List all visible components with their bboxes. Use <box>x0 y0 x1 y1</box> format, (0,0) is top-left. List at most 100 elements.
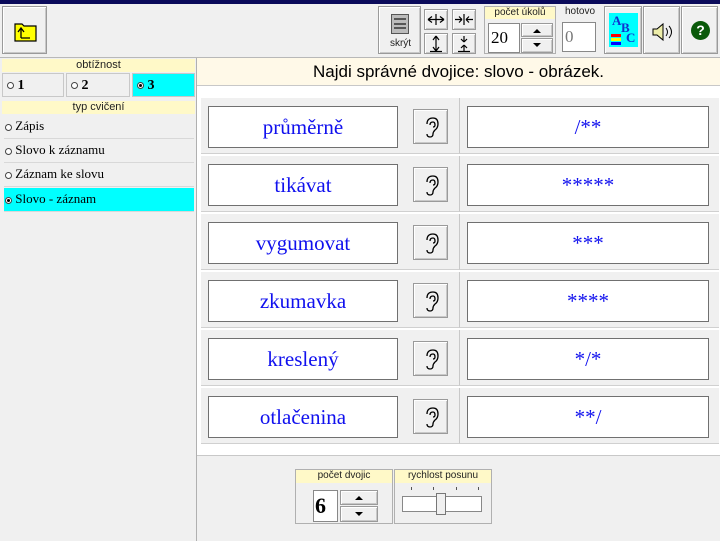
arrows-inward-vertical-icon <box>458 36 470 53</box>
play-word-button[interactable] <box>413 109 448 144</box>
answer-card[interactable]: *** <box>467 222 709 264</box>
scroll-speed-thumb[interactable] <box>436 493 446 515</box>
play-word-button[interactable] <box>413 225 448 260</box>
answer-row: **/ <box>459 388 719 444</box>
difficulty-option-2[interactable]: 2 <box>66 73 130 97</box>
arrow-up-icon <box>355 496 363 500</box>
exercise-type-slovo-zaznam-radio[interactable] <box>5 196 12 204</box>
exercise-type-slovo-k-zaznamu-radio[interactable] <box>5 147 12 155</box>
ear-icon <box>426 233 439 254</box>
pairs-count-group: počet dvojic 6 <box>295 469 393 524</box>
exercise-type-label: typ cvičení <box>2 101 195 114</box>
difficulty-option-1[interactable]: 1 <box>2 73 64 97</box>
scroll-speed-ticks <box>411 487 479 491</box>
answer-row: ***** <box>459 156 719 212</box>
word-card[interactable]: průměrně <box>208 106 398 148</box>
narrow-button[interactable] <box>452 9 476 30</box>
pairs-count-label: počet dvojic <box>296 470 392 483</box>
task-count-input[interactable]: 20 <box>488 23 520 53</box>
answer-card[interactable]: **** <box>467 280 709 322</box>
difficulty-1-radio[interactable] <box>7 82 14 90</box>
answer-row: */* <box>459 330 719 386</box>
scroll-speed-group: rychlost posunu <box>394 469 492 524</box>
difficulty-1-label: 1 <box>17 78 25 93</box>
task-count-down-button[interactable] <box>521 38 553 53</box>
pairs-count-up-button[interactable] <box>340 490 378 505</box>
word-row: otlačenina <box>201 388 459 444</box>
exercise-type-slovo-k-zaznamu[interactable]: Slovo k záznamu <box>4 139 194 163</box>
exercise-type-zaznam-ke-slovu-radio[interactable] <box>5 171 12 179</box>
difficulty-2-radio[interactable] <box>71 82 78 90</box>
play-word-button[interactable] <box>413 167 448 202</box>
exercise-type-slovo-k-zaznamu-label: Slovo k záznamu <box>15 142 105 157</box>
word-card[interactable]: kreslený <box>208 338 398 380</box>
shorten-button[interactable] <box>452 33 476 54</box>
exercise-area: Najdi správné dvojice: slovo - obrázek. … <box>197 58 720 541</box>
help-icon: ? <box>691 21 710 40</box>
sidebar: obtížnost 1 2 3 typ cvičení Zápis Slovo … <box>0 58 197 541</box>
exercise-type-zaznam-ke-slovu[interactable]: Záznam ke slovu <box>4 163 194 187</box>
heighten-button[interactable] <box>424 33 448 54</box>
word-row: kreslený <box>201 330 459 386</box>
arrows-outward-vertical-icon <box>430 35 442 53</box>
done-label: hotovo <box>564 6 596 17</box>
word-row: zkumavka <box>201 272 459 328</box>
word-card[interactable]: vygumovat <box>208 222 398 264</box>
word-row: průměrně <box>201 98 459 154</box>
pairs-count-input[interactable]: 6 <box>313 490 338 522</box>
answer-card[interactable]: /** <box>467 106 709 148</box>
speaker-icon <box>652 22 672 42</box>
word-card[interactable]: tikávat <box>208 164 398 206</box>
difficulty-option-3[interactable]: 3 <box>132 73 195 97</box>
exercise-type-slovo-zaznam-label: Slovo - záznam <box>15 191 97 206</box>
abc-icon-letter-c: C <box>626 30 636 45</box>
answer-row: *** <box>459 214 719 270</box>
ear-icon <box>426 291 439 312</box>
spellcheck-button[interactable]: A B C <box>604 6 642 54</box>
done-group: hotovo 0 <box>560 6 600 54</box>
word-card[interactable]: zkumavka <box>208 280 398 322</box>
exercise-type-zaznam-ke-slovu-label: Záznam ke slovu <box>15 166 105 181</box>
difficulty-3-label: 3 <box>147 78 155 93</box>
folder-up-icon <box>14 23 37 42</box>
difficulty-label: obtížnost <box>2 59 195 72</box>
widen-button[interactable] <box>424 9 448 30</box>
play-word-button[interactable] <box>413 399 448 434</box>
task-count-up-button[interactable] <box>521 23 553 37</box>
difficulty-2-label: 2 <box>81 78 89 93</box>
play-word-button[interactable] <box>413 341 448 376</box>
word-card[interactable]: otlačenina <box>208 396 398 438</box>
pairs-count-down-button[interactable] <box>340 506 378 522</box>
toolbar: skrýt počet úkolů 20 hotovo 0 A B C ? <box>0 4 720 58</box>
ear-icon <box>426 117 439 138</box>
ear-icon <box>426 175 439 196</box>
answer-row: **** <box>459 272 719 328</box>
answer-card[interactable]: **/ <box>467 396 709 438</box>
exercise-type-slovo-zaznam[interactable]: Slovo - záznam <box>4 188 194 212</box>
abc-icon: A B C <box>609 13 638 47</box>
exercise-type-zapis[interactable]: Zápis <box>4 115 194 139</box>
answer-row: /** <box>459 98 719 154</box>
exercise-type-zapis-radio[interactable] <box>5 123 12 131</box>
settings-panel: počet dvojic 6 rychlost posunu <box>197 455 720 541</box>
sound-button[interactable] <box>643 6 680 54</box>
scroll-speed-label: rychlost posunu <box>395 470 491 483</box>
abc-icon-letter-a: A <box>612 13 622 28</box>
play-word-button[interactable] <box>413 283 448 318</box>
ear-icon <box>426 407 439 428</box>
help-button[interactable]: ? <box>681 6 718 54</box>
hide-label: skrýt <box>389 38 412 49</box>
done-value: 0 <box>562 22 596 52</box>
answer-card[interactable]: */* <box>467 338 709 380</box>
folder-up-button[interactable] <box>2 6 47 54</box>
hide-button[interactable]: skrýt <box>378 6 421 54</box>
word-row: tikávat <box>201 156 459 212</box>
arrows-inward-horizontal-icon <box>455 14 473 25</box>
arrow-down-icon <box>533 43 541 47</box>
difficulty-3-radio[interactable] <box>137 82 144 90</box>
arrow-down-icon <box>355 512 363 516</box>
arrow-up-icon <box>533 29 541 33</box>
answer-card[interactable]: ***** <box>467 164 709 206</box>
hide-icon <box>391 14 409 34</box>
ear-icon <box>426 349 439 370</box>
